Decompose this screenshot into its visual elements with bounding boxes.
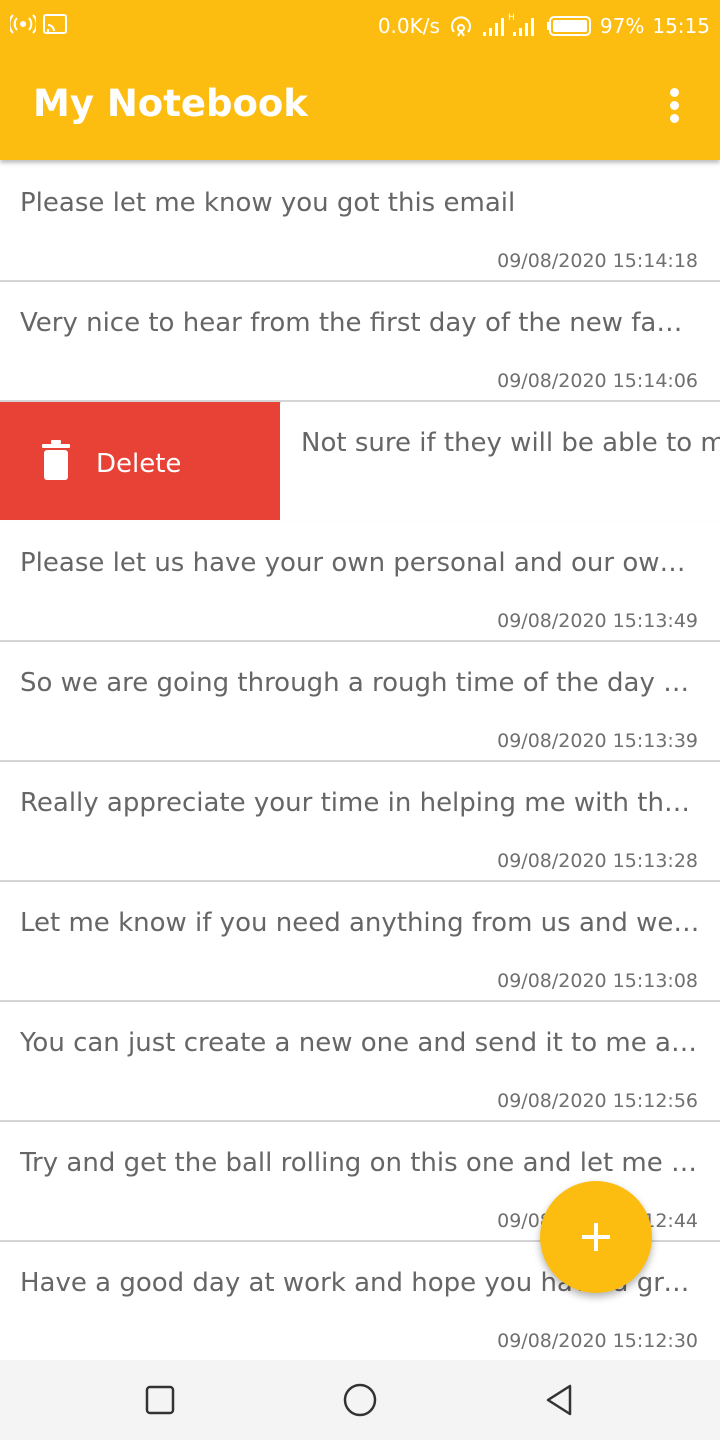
note-item[interactable]: Please let us have your own personal and… <box>0 522 720 642</box>
note-text: Not sure if they will be able to mak <box>301 428 720 458</box>
swiped-note-card[interactable]: Not sure if they will be able to mak <box>281 402 720 520</box>
note-text: Try and get the ball rolling on this one… <box>20 1148 700 1178</box>
note-text: Really appreciate your time in helping m… <box>20 788 700 818</box>
status-bar: 0.0K/s H 97% 15:15 <box>0 0 720 50</box>
cast-icon <box>43 14 67 34</box>
note-text: Please let us have your own personal and… <box>20 548 700 578</box>
more-options-button[interactable] <box>660 86 690 126</box>
note-date: 09/08/2020 15:13:28 <box>497 850 698 872</box>
note-item[interactable]: Let me know if you need anything from us… <box>0 882 720 1002</box>
signal-type-label: H <box>508 13 515 23</box>
note-item[interactable]: You can just create a new one and send i… <box>0 1002 720 1122</box>
network-speed: 0.0K/s <box>377 14 440 38</box>
note-date: 09/08/2020 15:13:49 <box>497 610 698 632</box>
navigation-bar <box>0 1360 720 1440</box>
home-icon[interactable] <box>340 1380 380 1420</box>
swiped-note-row[interactable]: Delete Not sure if they will be able to … <box>0 402 720 520</box>
app-title: My Notebook <box>33 82 308 125</box>
clock-time: 15:15 <box>652 14 710 38</box>
note-item[interactable]: So we are going through a rough time of … <box>0 642 720 762</box>
note-text: Very nice to hear from the first day of … <box>20 308 700 338</box>
note-text: So we are going through a rough time of … <box>20 668 700 698</box>
note-text: Let me know if you need anything from us… <box>20 908 700 938</box>
wifi-hotspot-icon <box>450 16 471 37</box>
note-text: You can just create a new one and send i… <box>20 1028 700 1058</box>
note-date: 09/08/2020 15:14:18 <box>497 250 698 272</box>
note-text: Please let me know you got this email <box>20 188 516 218</box>
trash-icon <box>42 440 70 480</box>
delete-label: Delete <box>96 449 182 479</box>
note-date: 09/08/2020 15:12:30 <box>497 1330 698 1352</box>
note-date: 09/08/2020 15:13:08 <box>497 970 698 992</box>
battery-icon <box>546 16 591 36</box>
note-item[interactable]: Please let me know you got this email 09… <box>0 162 720 282</box>
add-note-button[interactable] <box>540 1181 652 1293</box>
recent-apps-icon[interactable] <box>140 1380 180 1420</box>
note-date: 09/08/2020 15:13:39 <box>497 730 698 752</box>
note-item[interactable]: Really appreciate your time in helping m… <box>0 762 720 882</box>
note-list[interactable]: Please let me know you got this email 09… <box>0 160 720 1360</box>
delete-button[interactable]: Delete <box>0 402 280 520</box>
status-left-icons <box>10 12 68 36</box>
back-icon[interactable] <box>540 1380 580 1420</box>
note-date: 09/08/2020 15:12:56 <box>497 1090 698 1112</box>
note-date: 09/08/2020 15:14:06 <box>497 370 698 392</box>
plus-icon <box>582 1223 610 1251</box>
signal-icon: H <box>482 13 534 36</box>
note-item[interactable]: Very nice to hear from the first day of … <box>0 282 720 402</box>
app-bar: My Notebook <box>0 50 720 160</box>
hotspot-icon <box>10 14 36 34</box>
status-right-info: 0.0K/s H 97% 15:15 <box>378 12 710 40</box>
battery-percent: 97% <box>599 14 645 38</box>
